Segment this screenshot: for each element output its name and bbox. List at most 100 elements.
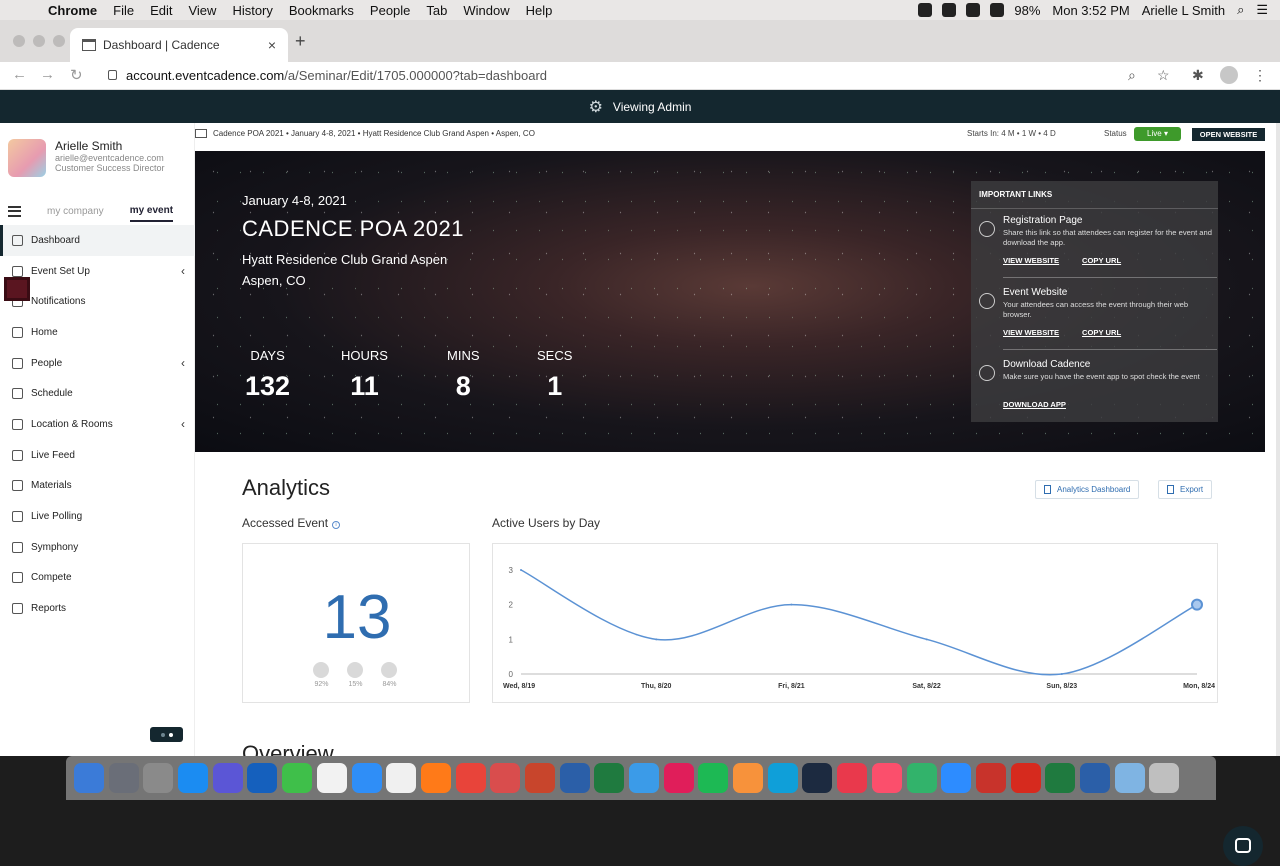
spotlight-icon[interactable]: ⌕ (1237, 2, 1244, 18)
view-website-link[interactable]: VIEW WEBSITE (1003, 256, 1059, 265)
tab-my-company[interactable]: my company (47, 206, 104, 217)
dock-app-icon[interactable] (1149, 763, 1180, 793)
dock-app-icon[interactable] (629, 763, 659, 793)
reload-icon[interactable]: ↻ (70, 66, 83, 84)
status-icon[interactable] (966, 3, 981, 17)
dock-app-icon[interactable] (975, 763, 1006, 793)
close-tab-icon[interactable]: × (268, 37, 276, 53)
copy-url-link[interactable]: COPY URL (1082, 256, 1121, 265)
profile-avatar-icon[interactable] (1220, 66, 1238, 84)
menu-app-name[interactable]: Chrome (48, 3, 97, 18)
sidebar-item-location-rooms[interactable]: Location & Rooms ‹ (0, 409, 195, 440)
new-tab-icon[interactable]: + (295, 31, 306, 52)
dock-app-icon[interactable] (663, 763, 694, 793)
copy-url-link[interactable]: COPY URL (1082, 328, 1121, 337)
battery-percent[interactable]: 98% (1014, 3, 1040, 18)
chevron-left-icon[interactable]: ‹ (181, 264, 185, 278)
analytics-dashboard-button[interactable]: Analytics Dashboard (1035, 480, 1140, 499)
view-website-link[interactable]: VIEW WEBSITE (1003, 328, 1059, 337)
dock-app-icon[interactable] (837, 763, 868, 793)
dock-app-icon[interactable] (1010, 763, 1041, 793)
dock-app-icon[interactable] (941, 763, 972, 793)
sidebar-item-people[interactable]: People ‹ (0, 348, 195, 379)
dock-app-icon[interactable] (420, 763, 451, 793)
sidebar-item-materials[interactable]: Materials (0, 471, 195, 502)
zoom-window-button[interactable] (53, 35, 65, 47)
dock-app-icon[interactable] (74, 763, 104, 793)
menu-edit[interactable]: Edit (150, 3, 172, 18)
dock-app-icon[interactable] (1045, 763, 1076, 793)
dock-app-icon[interactable] (282, 763, 313, 793)
forward-icon[interactable]: → (40, 66, 55, 83)
menubar-clock[interactable]: Mon 3:52 PM (1052, 3, 1129, 18)
dock-app-icon[interactable] (143, 763, 174, 793)
sidebar-pager[interactable] (150, 727, 183, 742)
browser-tab[interactable]: Dashboard | Cadence × (70, 28, 288, 62)
page-scrollbar[interactable] (1276, 123, 1280, 756)
data-point[interactable] (655, 638, 658, 641)
minimize-window-button[interactable] (33, 35, 45, 47)
lock-icon[interactable] (108, 70, 117, 80)
chat-launcher-button[interactable] (1223, 826, 1263, 866)
dock-app-icon[interactable] (698, 763, 729, 793)
wifi-icon[interactable] (990, 3, 1005, 17)
dock-app-icon[interactable] (871, 763, 902, 793)
status-dropdown[interactable]: Live ▾ (1134, 127, 1181, 141)
dock-app-icon[interactable] (247, 763, 278, 793)
dock-app-icon[interactable] (490, 763, 521, 793)
dock-app-icon[interactable] (351, 763, 382, 793)
open-website-button[interactable]: OPEN WEBSITE (1192, 128, 1265, 141)
url-field[interactable]: account.eventcadence.com/a/Seminar/Edit/… (126, 68, 547, 83)
close-window-button[interactable] (13, 35, 25, 47)
sidebar-item-symphony[interactable]: Symphony (0, 532, 195, 563)
sidebar-item-compete[interactable]: Compete (0, 563, 195, 594)
data-point[interactable] (520, 569, 522, 571)
pager-dot[interactable] (160, 732, 165, 737)
chevron-left-icon[interactable]: ‹ (181, 417, 185, 431)
dock-app-icon[interactable] (386, 763, 417, 793)
sidebar-item-dashboard[interactable]: Dashboard (0, 225, 195, 256)
bookmark-star-icon[interactable]: ☆ (1157, 67, 1170, 84)
hamburger-menu-icon[interactable] (8, 205, 21, 217)
more-menu-icon[interactable]: ⋮ (1253, 67, 1267, 84)
pager-dot-active[interactable] (168, 732, 173, 737)
dock-app-icon[interactable] (455, 763, 486, 793)
menu-help[interactable]: Help (526, 3, 553, 18)
tab-my-event[interactable]: my event (129, 205, 174, 222)
dock-app-icon[interactable] (767, 763, 798, 793)
dock-app-icon[interactable] (212, 763, 243, 793)
sidebar-item-reports[interactable]: Reports (0, 593, 195, 624)
sidebar-item-home[interactable]: Home (0, 317, 195, 348)
menubar-user[interactable]: Arielle L Smith (1142, 3, 1225, 18)
zoom-icon[interactable]: ⌕ (1128, 67, 1136, 84)
dock-app-icon[interactable] (733, 763, 764, 793)
dock-app-icon[interactable] (524, 763, 555, 793)
menu-bookmarks[interactable]: Bookmarks (289, 3, 354, 18)
status-icon[interactable] (942, 3, 957, 17)
extensions-icon[interactable]: ✱ (1192, 67, 1204, 84)
data-point[interactable] (1060, 673, 1063, 675)
data-point[interactable] (790, 603, 793, 606)
menu-view[interactable]: View (188, 3, 216, 18)
dock-app-icon[interactable] (316, 763, 347, 793)
dock-app-icon[interactable] (1079, 763, 1110, 793)
floating-app-icon[interactable] (4, 277, 30, 301)
dock-app-icon[interactable] (594, 763, 625, 793)
user-profile[interactable]: Arielle Smith arielle@eventcadence.com C… (8, 139, 165, 177)
notification-center-icon[interactable]: ☰ (1256, 2, 1268, 18)
menu-window[interactable]: Window (463, 3, 509, 18)
info-icon[interactable]: i (332, 521, 341, 529)
menu-file[interactable]: File (113, 3, 134, 18)
dock-app-icon[interactable] (906, 763, 937, 793)
sidebar-item-live-feed[interactable]: Live Feed (0, 440, 195, 471)
menu-history[interactable]: History (232, 3, 272, 18)
dock-app-icon[interactable] (178, 763, 209, 793)
data-point[interactable] (1191, 598, 1203, 611)
dock-app-icon[interactable] (559, 763, 590, 793)
sidebar-item-live-polling[interactable]: Live Polling (0, 501, 195, 532)
status-icon[interactable] (918, 3, 933, 17)
dock-app-icon[interactable] (802, 763, 833, 793)
menu-tab[interactable]: Tab (426, 3, 447, 18)
dock-app-icon[interactable] (1114, 763, 1145, 793)
export-button[interactable]: Export (1158, 480, 1213, 499)
